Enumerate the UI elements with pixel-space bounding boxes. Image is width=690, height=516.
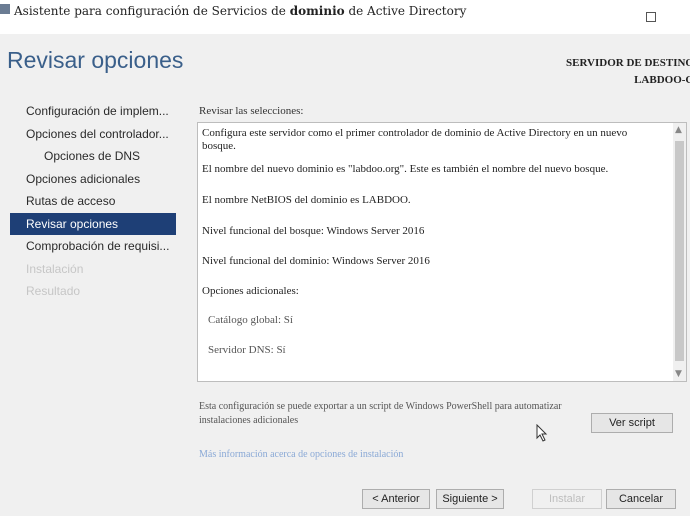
more-info-link[interactable]: Más información acerca de opciones de in… [199,449,403,460]
title-bar: Asistente para configuración de Servicio… [0,0,690,34]
sidebar-item-results: Resultado [26,284,81,298]
next-button[interactable]: Siguiente > [436,489,504,509]
sidebar-item-dns-options[interactable]: Opciones de DNS [10,145,176,168]
app-icon [0,4,10,14]
review-content: Configura este servidor como el primer c… [202,127,662,357]
target-server-label: SERVIDOR DE DESTINO LABDOO-G [566,55,690,89]
chevron-up-icon[interactable]: ▲ [675,125,682,135]
chevron-down-icon[interactable]: ▼ [675,369,682,379]
sidebar-item-prerequisites[interactable]: Comprobación de requisi... [10,235,176,258]
review-selections-box[interactable]: Configura este servidor como el primer c… [197,122,687,382]
sidebar-item-additional-options[interactable]: Opciones adicionales [10,168,176,191]
sidebar-item-review-options[interactable]: Revisar opciones [10,212,176,235]
view-script-button[interactable]: Ver script [591,413,673,433]
sidebar-item-deployment-config[interactable]: Configuración de implem... [10,100,176,123]
install-button: Instalar [532,489,602,509]
window-title: Asistente para configuración de Servicio… [14,4,467,18]
review-section-label: Revisar las selecciones: [199,105,304,117]
sidebar-item-dc-options[interactable]: Opciones del controlador... [10,123,176,146]
review-line: Catálogo global: Sí [208,314,293,326]
export-script-text: Esta configuración se puede exportar a u… [199,401,562,426]
back-button[interactable]: < Anterior [362,489,430,509]
cancel-button[interactable]: Cancelar [606,489,676,509]
sidebar-item-paths[interactable]: Rutas de acceso [10,190,176,213]
review-scrollbar[interactable]: ▲ ▼ [673,123,686,381]
scroll-thumb[interactable] [675,141,684,361]
maximize-icon[interactable] [646,12,656,22]
review-line: El nombre NetBIOS del dominio es LABDOO. [202,194,411,206]
review-line: Configura este servidor como el primer c… [202,127,628,152]
review-line: Servidor DNS: Sí [208,344,286,356]
review-line: Nivel funcional del bosque: Windows Serv… [202,225,425,237]
mouse-cursor-icon [536,424,548,442]
review-line: Opciones adicionales: [202,285,299,297]
server-label-line1: SERVIDOR DE DESTINO [566,57,690,69]
sidebar-item-installation: Instalación [26,261,84,276]
review-line: El nombre del nuevo dominio es "labdoo.o… [202,163,609,175]
sidebar-nav: Configuración de implem... Opciones del … [10,100,176,303]
review-line: Nivel funcional del dominio: Windows Ser… [202,255,430,267]
server-label-line2: LABDOO-G [634,74,690,86]
page-title: Revisar opciones [7,47,184,73]
